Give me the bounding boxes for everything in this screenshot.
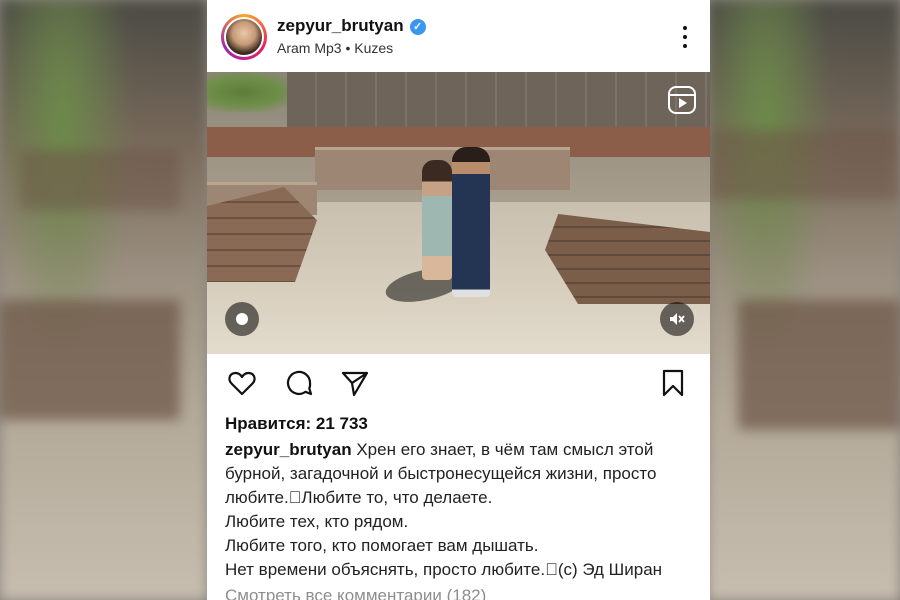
blurred-background-right [708, 0, 900, 600]
caption-line: Любите тех, кто рядом. [225, 512, 409, 531]
tagged-user-icon[interactable] [225, 302, 259, 336]
reels-icon[interactable] [668, 86, 696, 114]
caption-line: Любите того, кто помогает вам дышать. [225, 536, 539, 555]
person-woman [422, 160, 452, 280]
caption-line: любите. Любите то, что делаете. [225, 488, 493, 507]
avatar[interactable] [221, 14, 267, 60]
caption-line: Хрен его знает, в чём там смысл этой [356, 440, 654, 459]
avatar-image [224, 17, 264, 57]
view-all-comments-link[interactable]: Смотреть все комментарии (182) [225, 586, 486, 600]
post-caption: zepyur_brutyan Хрен его знает, в чём там… [225, 438, 695, 582]
heart-icon[interactable] [227, 368, 257, 398]
comment-icon[interactable] [284, 368, 314, 398]
instagram-post: zepyur_brutyan ✓ Aram Mp3 • Kuzes Нравит… [207, 0, 710, 600]
blurred-background-left [0, 0, 207, 600]
verified-badge-icon: ✓ [409, 19, 426, 35]
bookmark-icon[interactable] [658, 368, 688, 398]
person-man [452, 147, 490, 297]
muted-speaker-icon[interactable] [660, 302, 694, 336]
post-header: zepyur_brutyan ✓ Aram Mp3 • Kuzes [207, 0, 710, 72]
more-options-icon[interactable] [682, 26, 688, 48]
paper-plane-icon[interactable] [340, 368, 370, 398]
post-photo[interactable] [207, 72, 710, 354]
likes-count[interactable]: Нравится: 21 733 [225, 414, 368, 434]
caption-line: бурной, загадочной и быстронесущейся жиз… [225, 464, 657, 483]
username[interactable]: zepyur_brutyan ✓ [277, 16, 426, 36]
post-actions [207, 354, 710, 412]
caption-username[interactable]: zepyur_brutyan [225, 440, 352, 459]
caption-line: Нет времени объяснять, просто любите. (c… [225, 560, 663, 579]
audio-subtitle[interactable]: Aram Mp3 • Kuzes [277, 40, 393, 56]
